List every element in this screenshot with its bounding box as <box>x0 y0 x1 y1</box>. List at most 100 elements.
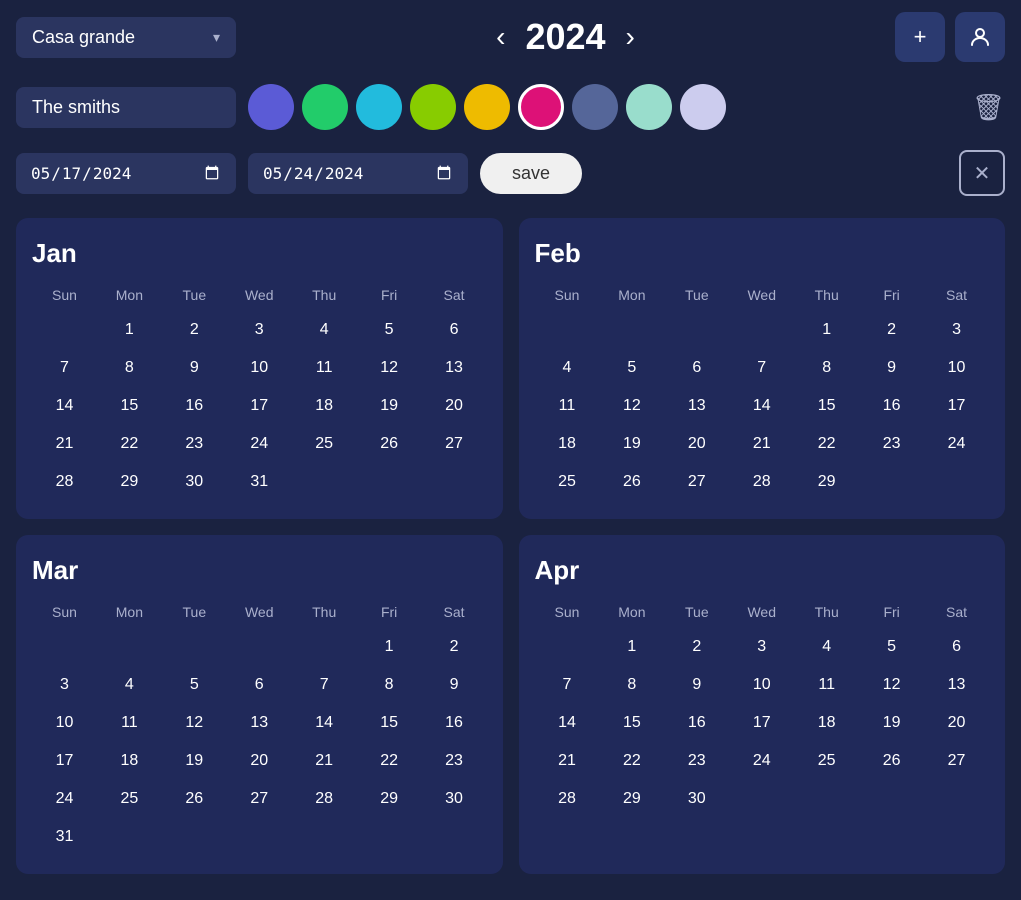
calendar-day[interactable]: 21 <box>729 427 794 461</box>
calendar-day[interactable]: 27 <box>227 782 292 816</box>
calendar-day[interactable]: 27 <box>664 465 729 499</box>
calendar-day[interactable]: 3 <box>32 668 97 702</box>
calendar-day[interactable]: 22 <box>599 744 664 778</box>
color-lime-button[interactable] <box>410 84 456 130</box>
calendar-day[interactable]: 17 <box>32 744 97 778</box>
calendar-day[interactable]: 12 <box>357 351 422 385</box>
calendar-day[interactable]: 8 <box>599 668 664 702</box>
calendar-day[interactable]: 19 <box>859 706 924 740</box>
start-date-input[interactable] <box>16 153 236 194</box>
calendar-day[interactable]: 15 <box>599 706 664 740</box>
calendar-day[interactable]: 3 <box>924 313 989 347</box>
calendar-day[interactable]: 5 <box>599 351 664 385</box>
calendar-day[interactable]: 4 <box>794 630 859 664</box>
calendar-day[interactable]: 14 <box>729 389 794 423</box>
calendar-day[interactable]: 26 <box>357 427 422 461</box>
profile-button[interactable] <box>955 12 1005 62</box>
calendar-day[interactable]: 5 <box>357 313 422 347</box>
calendar-day[interactable]: 12 <box>859 668 924 702</box>
name-input[interactable] <box>16 87 236 128</box>
calendar-day[interactable]: 17 <box>227 389 292 423</box>
calendar-day[interactable]: 14 <box>535 706 600 740</box>
calendar-day[interactable]: 16 <box>422 706 487 740</box>
calendar-day[interactable]: 9 <box>162 351 227 385</box>
color-blue-gray-button[interactable] <box>572 84 618 130</box>
calendar-day[interactable]: 2 <box>422 630 487 664</box>
calendar-day[interactable]: 27 <box>924 744 989 778</box>
calendar-day[interactable]: 16 <box>859 389 924 423</box>
calendar-day[interactable]: 22 <box>97 427 162 461</box>
calendar-day[interactable]: 21 <box>535 744 600 778</box>
calendar-day[interactable]: 19 <box>599 427 664 461</box>
calendar-day[interactable]: 28 <box>729 465 794 499</box>
calendar-day[interactable]: 10 <box>32 706 97 740</box>
calendar-day[interactable]: 20 <box>924 706 989 740</box>
calendar-day[interactable]: 20 <box>422 389 487 423</box>
calendar-day[interactable]: 4 <box>535 351 600 385</box>
calendar-day[interactable]: 26 <box>162 782 227 816</box>
calendar-day[interactable]: 27 <box>422 427 487 461</box>
calendar-day[interactable]: 14 <box>292 706 357 740</box>
calendar-day[interactable]: 8 <box>357 668 422 702</box>
calendar-day[interactable]: 5 <box>162 668 227 702</box>
calendar-day[interactable]: 1 <box>97 313 162 347</box>
calendar-day[interactable]: 15 <box>97 389 162 423</box>
calendar-day[interactable]: 30 <box>664 782 729 816</box>
color-cyan-button[interactable] <box>356 84 402 130</box>
calendar-day[interactable]: 19 <box>162 744 227 778</box>
calendar-day[interactable]: 18 <box>535 427 600 461</box>
calendar-day[interactable]: 24 <box>227 427 292 461</box>
calendar-day[interactable]: 17 <box>924 389 989 423</box>
calendar-day[interactable]: 9 <box>859 351 924 385</box>
calendar-day[interactable]: 11 <box>535 389 600 423</box>
end-date-field[interactable] <box>262 163 454 184</box>
calendar-day[interactable]: 11 <box>794 668 859 702</box>
calendar-day[interactable]: 16 <box>162 389 227 423</box>
color-mint-button[interactable] <box>626 84 672 130</box>
calendar-day[interactable]: 29 <box>599 782 664 816</box>
calendar-day[interactable]: 13 <box>664 389 729 423</box>
calendar-day[interactable]: 29 <box>357 782 422 816</box>
calendar-day[interactable]: 7 <box>729 351 794 385</box>
calendar-day[interactable]: 21 <box>32 427 97 461</box>
calendar-day[interactable]: 25 <box>535 465 600 499</box>
start-date-field[interactable] <box>30 163 222 184</box>
calendar-day[interactable]: 18 <box>794 706 859 740</box>
calendar-day[interactable]: 3 <box>729 630 794 664</box>
calendar-day[interactable]: 6 <box>422 313 487 347</box>
color-yellow-button[interactable] <box>464 84 510 130</box>
property-dropdown[interactable]: Casa grande ▾ <box>16 17 236 58</box>
calendar-day[interactable]: 8 <box>794 351 859 385</box>
calendar-day[interactable]: 11 <box>292 351 357 385</box>
calendar-day[interactable]: 21 <box>292 744 357 778</box>
calendar-day[interactable]: 13 <box>924 668 989 702</box>
calendar-day[interactable]: 22 <box>794 427 859 461</box>
calendar-day[interactable]: 5 <box>859 630 924 664</box>
calendar-day[interactable]: 6 <box>227 668 292 702</box>
calendar-day[interactable]: 23 <box>664 744 729 778</box>
calendar-day[interactable]: 24 <box>924 427 989 461</box>
calendar-day[interactable]: 28 <box>32 465 97 499</box>
calendar-day[interactable]: 24 <box>32 782 97 816</box>
calendar-day[interactable]: 29 <box>97 465 162 499</box>
calendar-day[interactable]: 26 <box>599 465 664 499</box>
calendar-day[interactable]: 7 <box>535 668 600 702</box>
prev-year-button[interactable]: ‹ <box>492 21 509 53</box>
calendar-day[interactable]: 10 <box>729 668 794 702</box>
calendar-day[interactable]: 10 <box>924 351 989 385</box>
calendar-day[interactable]: 25 <box>292 427 357 461</box>
calendar-day[interactable]: 7 <box>32 351 97 385</box>
calendar-day[interactable]: 13 <box>422 351 487 385</box>
add-button[interactable]: + <box>895 12 945 62</box>
calendar-day[interactable]: 20 <box>664 427 729 461</box>
calendar-day[interactable]: 2 <box>664 630 729 664</box>
end-date-input[interactable] <box>248 153 468 194</box>
next-year-button[interactable]: › <box>622 21 639 53</box>
calendar-day[interactable]: 6 <box>664 351 729 385</box>
calendar-day[interactable]: 16 <box>664 706 729 740</box>
calendar-day[interactable]: 17 <box>729 706 794 740</box>
calendar-day[interactable]: 12 <box>599 389 664 423</box>
calendar-day[interactable]: 30 <box>422 782 487 816</box>
calendar-day[interactable]: 25 <box>97 782 162 816</box>
calendar-day[interactable]: 4 <box>292 313 357 347</box>
